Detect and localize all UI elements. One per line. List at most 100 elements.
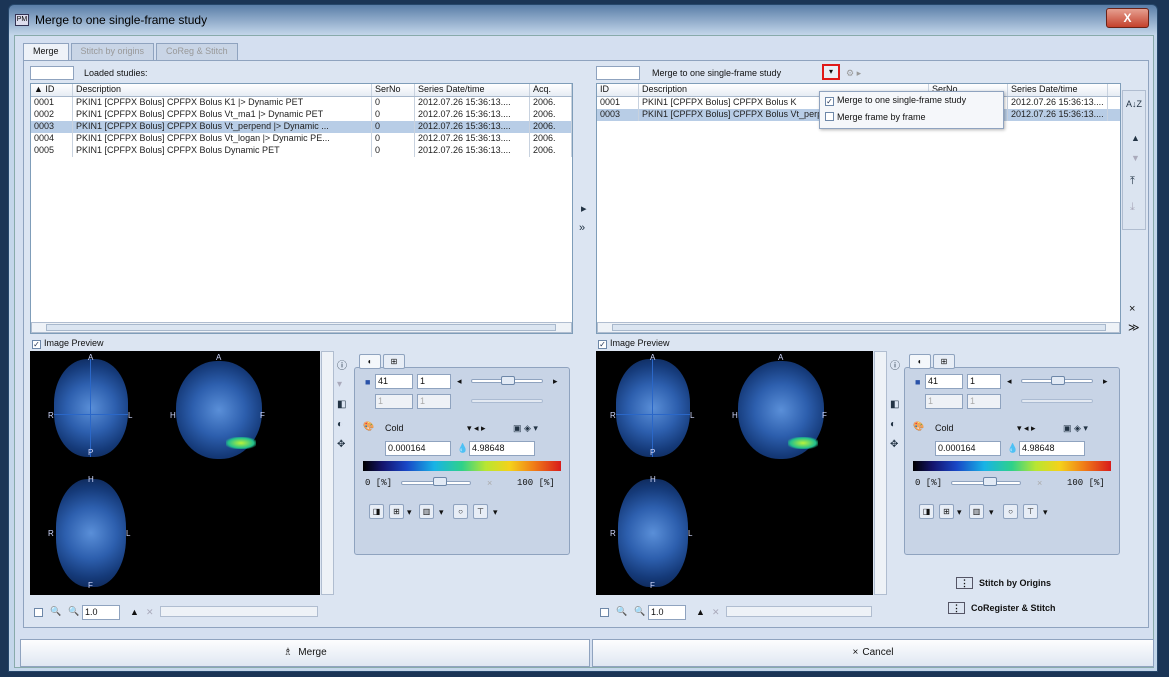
frame3-field[interactable]: 1 — [967, 394, 1001, 409]
colormap-dropdown-icon[interactable]: ▾ ◂ ▸ — [1017, 423, 1036, 434]
arrow-down-icon[interactable]: ▾ — [337, 379, 342, 390]
menu-item-single-frame[interactable]: ✓ Merge to one single-frame study — [820, 92, 1003, 109]
table-row[interactable]: 0002 PKIN1 [CPFPX Bolus] CPFPX Bolus Vt_m… — [31, 109, 572, 121]
frame-slider[interactable] — [471, 399, 543, 403]
next-slice-icon[interactable]: ▸ — [1103, 376, 1108, 387]
next-slice-icon[interactable]: ▸ — [553, 376, 558, 387]
move-up-icon[interactable]: ▲ — [1131, 133, 1140, 143]
tab-contrast-icon[interactable]: ◐ — [909, 354, 931, 369]
col-serno[interactable]: SerNo — [372, 84, 415, 96]
frame2-field[interactable]: 1 — [925, 394, 963, 409]
scroll-thumb[interactable] — [46, 324, 556, 331]
drop-icon[interactable]: 💧 — [1007, 443, 1018, 454]
left-image-viewport[interactable]: A P R L H A F H F R L — [30, 351, 320, 595]
move-top-icon[interactable]: ⤒ — [1130, 175, 1135, 188]
col-acq[interactable]: Acq. — [530, 84, 572, 96]
crosshair-icon[interactable]: ✥ — [337, 439, 345, 450]
tab-coreg-stitch[interactable]: CoReg & Stitch — [156, 43, 238, 60]
layout-grid-icon[interactable]: ⊞ — [939, 504, 954, 519]
add-all-icon[interactable]: » — [579, 222, 585, 234]
info-icon[interactable]: ⓘ — [337, 357, 347, 372]
slice-slider-knob[interactable] — [501, 376, 515, 385]
tab-merge[interactable]: Merge — [23, 43, 69, 60]
frame-field[interactable]: 1 — [417, 374, 451, 389]
right-table-hscroll[interactable] — [597, 322, 1120, 333]
loaded-count-field[interactable] — [30, 66, 74, 80]
slice-field[interactable]: 41 — [375, 374, 413, 389]
contrast-icon[interactable]: ◐ — [337, 419, 343, 430]
tab-contrast-icon[interactable]: ◐ — [359, 354, 381, 369]
palette-icon[interactable]: 🎨 — [363, 421, 374, 432]
col-id[interactable]: ID — [597, 84, 639, 96]
tools-icon[interactable]: ⊤ — [473, 504, 488, 519]
merge-count-field[interactable] — [596, 66, 640, 80]
layout-icon[interactable]: ◧ — [890, 399, 899, 410]
left-image-vscroll[interactable] — [321, 351, 334, 595]
frame3-field[interactable]: 1 — [417, 394, 451, 409]
zoom-in-icon[interactable]: 🔍 — [50, 606, 61, 617]
options-icon[interactable]: ⚙ ▸ — [846, 68, 861, 79]
col-description[interactable]: Description — [73, 84, 372, 96]
lut-icon[interactable]: ▣ ◈ ▾ — [513, 423, 538, 434]
scroll-thumb[interactable] — [612, 324, 1106, 331]
frame-slider[interactable] — [1021, 399, 1093, 403]
coregister-stitch-button[interactable]: ⋮ CoRegister & Stitch — [948, 602, 1056, 614]
table-row[interactable]: 0005 PKIN1 [CPFPX Bolus] CPFPX Bolus Dyna… — [31, 145, 572, 157]
right-image-vscroll[interactable] — [874, 351, 887, 595]
slice-slider-knob[interactable] — [1051, 376, 1065, 385]
colormap-dropdown-icon[interactable]: ▾ ◂ ▸ — [467, 423, 486, 434]
colormap-label[interactable]: Cold — [385, 423, 404, 433]
lut-icon[interactable]: ▣ ◈ ▾ — [1063, 423, 1088, 434]
sort-icon[interactable]: A↓Z — [1126, 99, 1142, 109]
max-field[interactable]: 4.98648 — [469, 441, 535, 456]
remove-all-icon[interactable]: ≫ — [1128, 321, 1140, 334]
stitch-by-origins-button[interactable]: ⋮ Stitch by Origins — [956, 577, 1051, 589]
close-button[interactable]: X — [1106, 8, 1149, 28]
overlay-icon[interactable]: ▥ — [419, 504, 434, 519]
info-icon[interactable]: ⓘ — [890, 357, 900, 372]
overlay-icon[interactable]: ▥ — [969, 504, 984, 519]
col-id[interactable]: ▲ ID — [31, 84, 73, 96]
menu-item-frame-by-frame[interactable]: Merge frame by frame — [820, 109, 1003, 126]
threshold-knob[interactable] — [432, 477, 447, 486]
zoom-out-icon[interactable]: 🔍 — [68, 606, 79, 617]
cancel-button[interactable]: × Cancel — [592, 639, 1154, 667]
add-selected-icon[interactable]: ▸ — [581, 202, 587, 215]
left-table-hscroll[interactable] — [31, 322, 572, 333]
contrast-icon[interactable]: ◐ — [890, 419, 896, 430]
tab-grid-icon[interactable]: ⊞ — [383, 354, 405, 369]
min-field[interactable]: 0.000164 — [385, 441, 451, 456]
zoom-up-icon[interactable]: ▲ — [130, 607, 139, 617]
overlay-dropdown-icon[interactable]: ▾ — [439, 507, 444, 518]
tools-dropdown-icon[interactable]: ▾ — [1043, 507, 1048, 518]
left-zoom-field[interactable]: 1.0 — [82, 605, 120, 620]
right-image-preview-toggle[interactable]: ✓ Image Preview — [598, 338, 670, 349]
circle-icon[interactable]: ○ — [453, 504, 468, 519]
circle-icon[interactable]: ○ — [1003, 504, 1018, 519]
col-series-datetime[interactable]: Series Date/time — [1008, 84, 1108, 96]
col-series-datetime[interactable]: Series Date/time — [415, 84, 530, 96]
fusion-icon[interactable]: ◨ — [919, 504, 934, 519]
crosshair-icon[interactable]: ✥ — [890, 439, 898, 450]
remove-selected-icon[interactable]: × — [1129, 303, 1135, 315]
prev-slice-icon[interactable]: ◂ — [1007, 376, 1012, 387]
layout-icon[interactable]: ◧ — [337, 399, 346, 410]
table-row[interactable]: 0003 PKIN1 [CPFPX Bolus] CPFPX Bolus Vt_p… — [31, 121, 572, 133]
colormap-label[interactable]: Cold — [935, 423, 954, 433]
tools-dropdown-icon[interactable]: ▾ — [493, 507, 498, 518]
right-lock-checkbox[interactable] — [600, 608, 609, 617]
layout-dropdown-icon[interactable]: ▾ — [957, 507, 962, 518]
zoom-clear-icon[interactable]: ✕ — [712, 607, 720, 618]
min-field[interactable]: 0.000164 — [935, 441, 1001, 456]
left-image-preview-toggle[interactable]: ✓ Image Preview — [32, 338, 104, 349]
left-bottom-scroll[interactable] — [160, 606, 318, 617]
tab-grid-icon[interactable]: ⊞ — [933, 354, 955, 369]
table-row[interactable]: 0001 PKIN1 [CPFPX Bolus] CPFPX Bolus K1 |… — [31, 97, 572, 109]
zoom-clear-icon[interactable]: ✕ — [146, 607, 154, 618]
max-field[interactable]: 4.98648 — [1019, 441, 1085, 456]
merge-mode-dropdown-button[interactable]: ▾ — [822, 64, 840, 80]
layout-grid-icon[interactable]: ⊞ — [389, 504, 404, 519]
zoom-out-icon[interactable]: 🔍 — [634, 606, 645, 617]
move-down-icon[interactable]: ▼ — [1131, 153, 1140, 163]
frame-field[interactable]: 1 — [967, 374, 1001, 389]
